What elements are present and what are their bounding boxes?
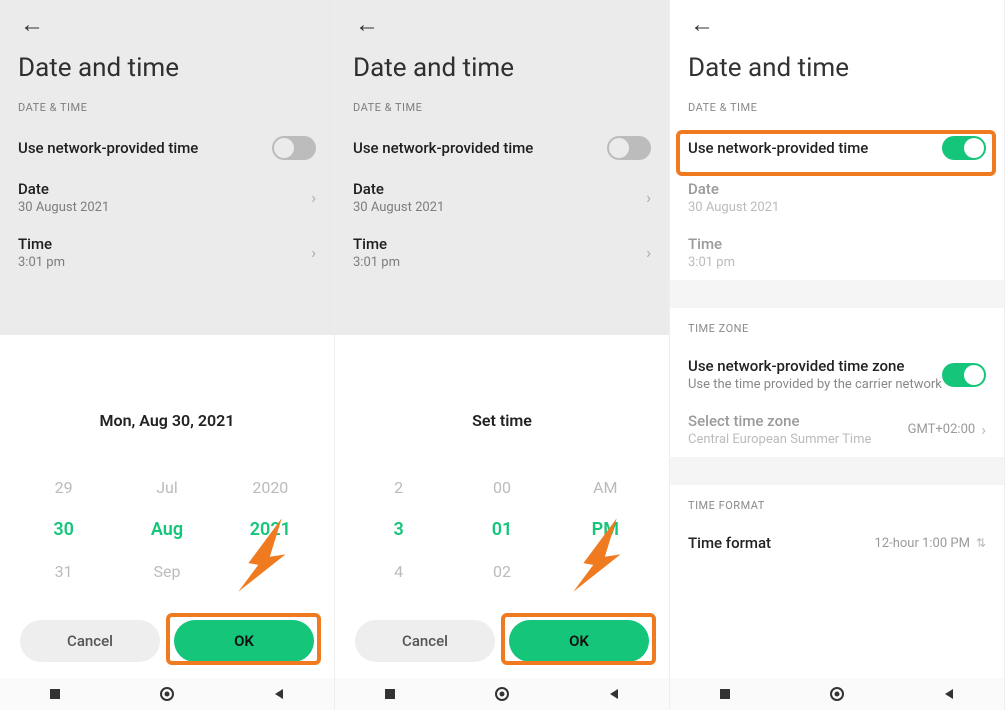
row-time-value: 3:01 pm xyxy=(688,255,735,270)
row-network-time-label: Use network-provided time xyxy=(688,139,868,157)
date-picker-row-selected[interactable]: 30 Aug 2021 xyxy=(12,508,322,550)
section-label-datetime: DATE & TIME xyxy=(18,101,316,114)
cancel-button[interactable]: Cancel xyxy=(20,620,160,662)
row-time-label: Time xyxy=(353,235,400,253)
row-date-disabled: Date 30 August 2021 xyxy=(688,170,986,225)
nav-home-icon[interactable] xyxy=(829,686,845,702)
nav-back-icon[interactable] xyxy=(942,687,956,701)
toggle-network-timezone[interactable] xyxy=(942,363,986,387)
chevron-right-icon: › xyxy=(311,188,316,207)
row-time[interactable]: Time 3:01 pm › xyxy=(18,225,316,280)
row-time-format[interactable]: Time format 12-hour 1:00 PM ⇅ xyxy=(688,524,986,562)
section-label-timezone: TIME ZONE xyxy=(688,322,986,335)
back-arrow-icon[interactable]: ← xyxy=(353,0,379,43)
row-date-label: Date xyxy=(688,180,779,198)
toggle-network-time[interactable] xyxy=(272,136,316,160)
row-select-tz-value: GMT+02:00 xyxy=(908,422,976,437)
row-date-value: 30 August 2021 xyxy=(353,200,444,215)
row-timeformat-label: Time format xyxy=(688,534,771,552)
system-navbar xyxy=(335,678,669,710)
row-time-label: Time xyxy=(688,235,735,253)
time-picker-row-selected[interactable]: 3 01 PM xyxy=(347,508,657,550)
updown-icon: ⇅ xyxy=(976,536,986,550)
date-picker-sheet: Mon, Aug 30, 2021 29 Jul 2020 30 Aug 202… xyxy=(0,389,334,678)
cancel-button[interactable]: Cancel xyxy=(355,620,495,662)
page-title: Date and time xyxy=(353,53,651,83)
section-label-datetime: DATE & TIME xyxy=(688,101,986,114)
section-label-datetime: DATE & TIME xyxy=(353,101,651,114)
row-network-tz-label: Use network-provided time zone xyxy=(688,357,942,375)
toggle-network-time[interactable] xyxy=(607,136,651,160)
page-title: Date and time xyxy=(18,53,316,83)
chevron-right-icon: › xyxy=(646,188,651,207)
ok-button[interactable]: OK xyxy=(509,620,649,662)
section-label-timeformat: TIME FORMAT xyxy=(688,499,986,512)
date-picker-row-prev[interactable]: 29 Jul 2020 xyxy=(12,466,322,508)
row-timeformat-value: 12-hour 1:00 PM xyxy=(875,536,970,551)
date-picker-row-next[interactable]: 31 Sep xyxy=(12,550,322,592)
row-date-value: 30 August 2021 xyxy=(688,200,779,215)
row-network-timezone[interactable]: Use network-provided time zone Use the t… xyxy=(688,347,986,402)
system-navbar xyxy=(670,678,1004,710)
time-picker-sheet: Set time 2 00 AM 3 01 PM 4 02 Cancel OK xyxy=(335,389,669,678)
row-date-label: Date xyxy=(18,180,109,198)
nav-recent-icon[interactable] xyxy=(718,687,732,701)
row-time-value: 3:01 pm xyxy=(353,255,400,270)
row-network-time-label: Use network-provided time xyxy=(18,139,198,157)
back-arrow-icon[interactable]: ← xyxy=(688,0,714,43)
row-network-time[interactable]: Use network-provided time xyxy=(18,126,316,170)
chevron-right-icon: › xyxy=(981,420,986,439)
screen-settings-full: ← Date and time DATE & TIME Use network-… xyxy=(670,0,1005,710)
row-date-label: Date xyxy=(353,180,444,198)
row-network-time[interactable]: Use network-provided time xyxy=(353,126,651,170)
row-network-time[interactable]: Use network-provided time xyxy=(688,126,986,170)
time-picker-row-prev[interactable]: 2 00 AM xyxy=(347,466,657,508)
row-time[interactable]: Time 3:01 pm › xyxy=(353,225,651,280)
row-time-value: 3:01 pm xyxy=(18,255,65,270)
ok-button[interactable]: OK xyxy=(174,620,314,662)
toggle-network-time[interactable] xyxy=(942,136,986,160)
nav-back-icon[interactable] xyxy=(272,687,286,701)
row-date[interactable]: Date 30 August 2021 › xyxy=(18,170,316,225)
row-network-tz-sub: Use the time provided by the carrier net… xyxy=(688,377,942,392)
nav-back-icon[interactable] xyxy=(607,687,621,701)
chevron-right-icon: › xyxy=(311,243,316,262)
time-picker-row-next[interactable]: 4 02 xyxy=(347,550,657,592)
row-select-timezone: Select time zone Central European Summer… xyxy=(688,402,986,457)
nav-home-icon[interactable] xyxy=(494,686,510,702)
row-select-tz-sub: Central European Summer Time xyxy=(688,432,871,447)
screen-time-picker: ← Date and time DATE & TIME Use network-… xyxy=(335,0,670,710)
time-picker-title: Set time xyxy=(347,411,657,430)
screen-date-picker: ← Date and time DATE & TIME Use network-… xyxy=(0,0,335,710)
row-time-label: Time xyxy=(18,235,65,253)
system-navbar xyxy=(0,678,334,710)
chevron-right-icon: › xyxy=(646,243,651,262)
row-select-tz-label: Select time zone xyxy=(688,412,871,430)
nav-recent-icon[interactable] xyxy=(48,687,62,701)
page-title: Date and time xyxy=(688,53,986,83)
nav-home-icon[interactable] xyxy=(159,686,175,702)
nav-recent-icon[interactable] xyxy=(383,687,397,701)
row-time-disabled: Time 3:01 pm xyxy=(688,225,986,280)
row-date[interactable]: Date 30 August 2021 › xyxy=(353,170,651,225)
row-network-time-label: Use network-provided time xyxy=(353,139,533,157)
row-date-value: 30 August 2021 xyxy=(18,200,109,215)
date-picker-title: Mon, Aug 30, 2021 xyxy=(12,411,322,430)
back-arrow-icon[interactable]: ← xyxy=(18,0,44,43)
